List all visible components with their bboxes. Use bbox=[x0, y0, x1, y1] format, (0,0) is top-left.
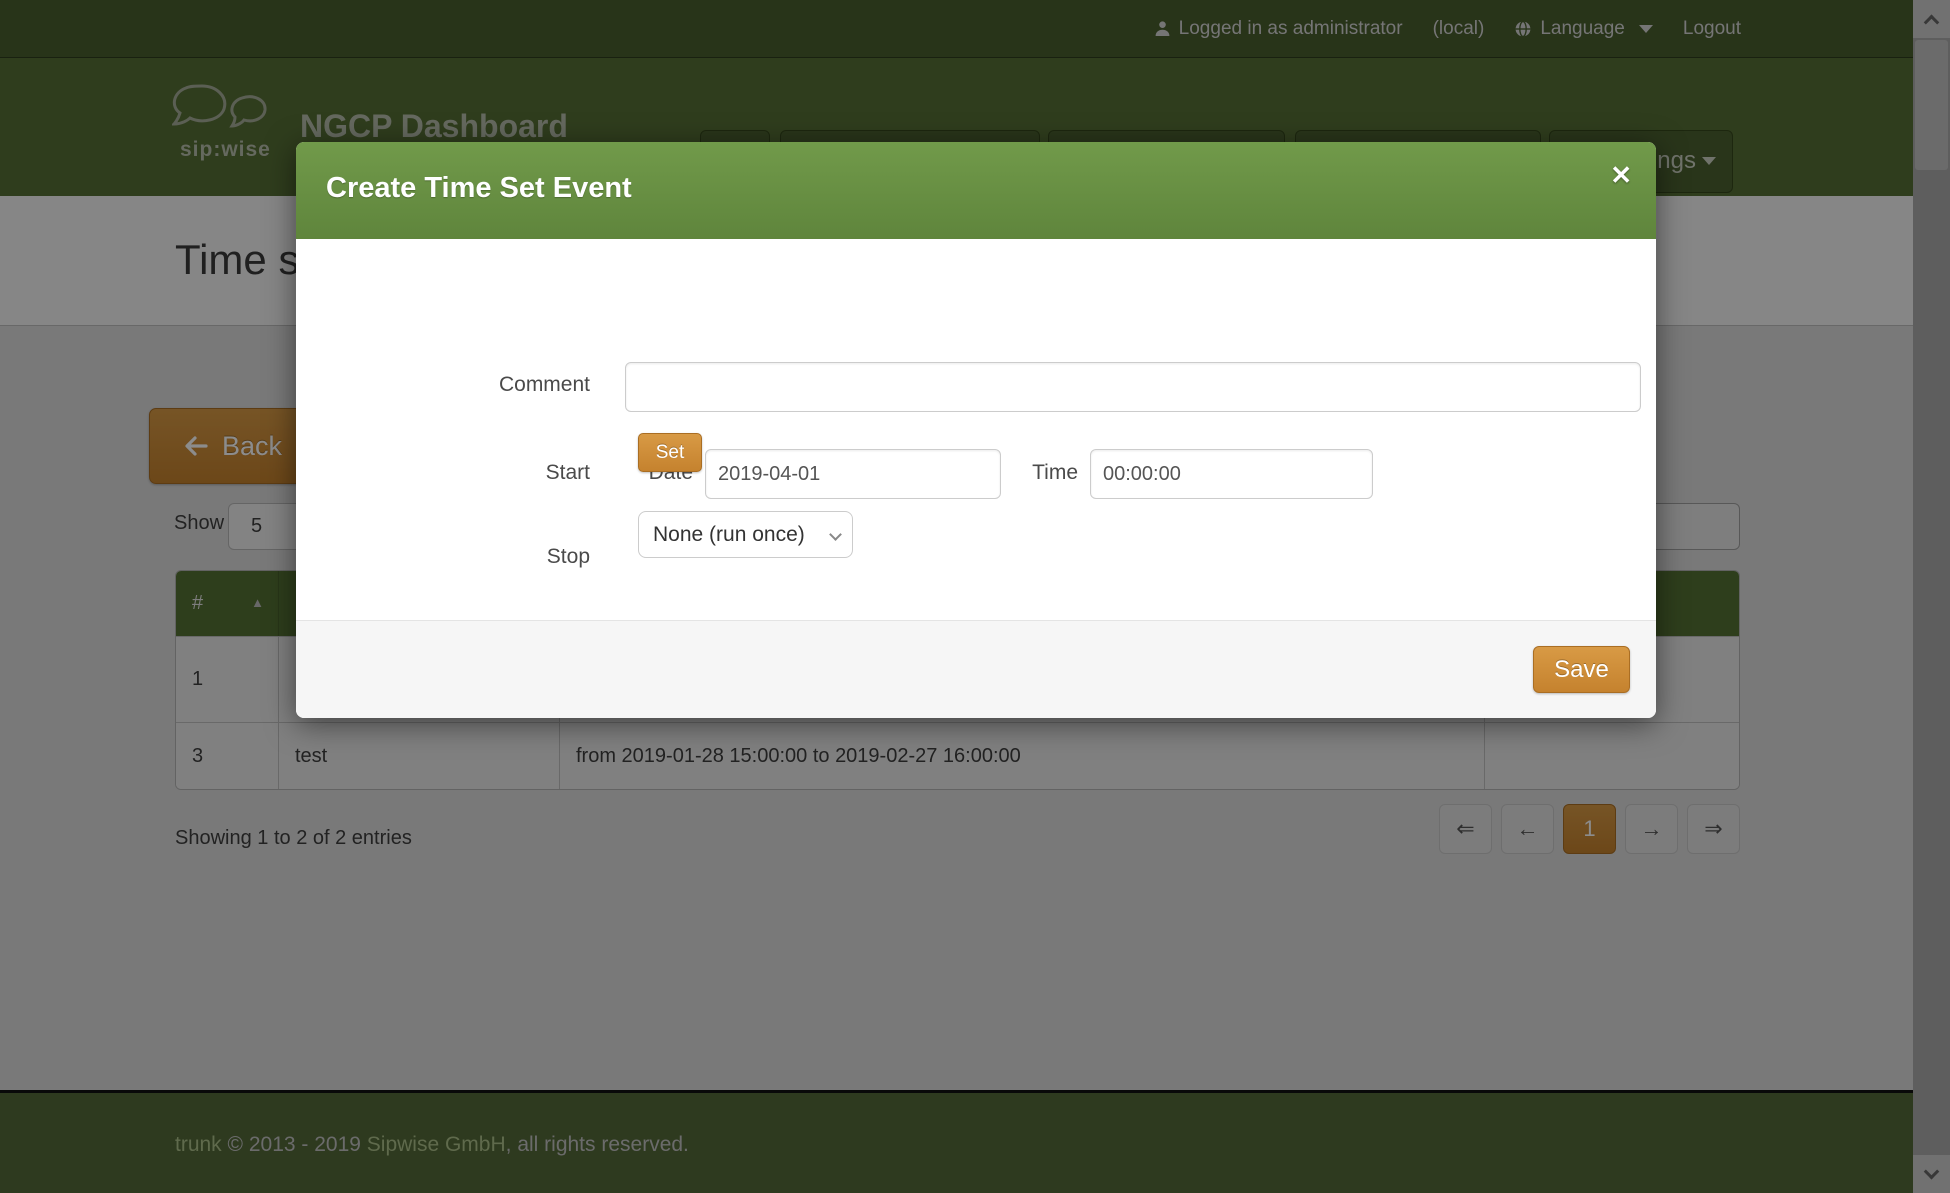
scroll-up-button[interactable] bbox=[1913, 0, 1950, 38]
start-time-label: Time bbox=[1008, 461, 1078, 485]
modal-footer: Save bbox=[296, 620, 1656, 718]
chevron-up-icon bbox=[1924, 14, 1940, 30]
comment-label: Comment bbox=[296, 373, 590, 397]
create-time-set-event-modal: Create Time Set Event ✕ Comment Start Da… bbox=[296, 142, 1656, 718]
stop-label: Stop bbox=[296, 545, 590, 569]
close-icon[interactable]: ✕ bbox=[1610, 160, 1632, 191]
chevron-down-icon bbox=[1924, 1163, 1940, 1179]
repeat-select[interactable]: None (run once) bbox=[638, 511, 853, 558]
set-stop-button[interactable]: Set bbox=[638, 433, 702, 472]
scrollbar-thumb[interactable] bbox=[1915, 40, 1948, 170]
save-button[interactable]: Save bbox=[1533, 646, 1630, 693]
start-label: Start bbox=[296, 461, 590, 485]
modal-header: Create Time Set Event ✕ bbox=[296, 142, 1656, 239]
repeat-selected-value: None (run once) bbox=[653, 523, 805, 547]
chevron-down-icon bbox=[829, 528, 842, 541]
start-date-input[interactable] bbox=[705, 449, 1001, 499]
modal-body: Comment Start Date Time Stop Set Repeat … bbox=[296, 239, 1656, 620]
vertical-scrollbar[interactable] bbox=[1913, 0, 1950, 1193]
scroll-down-button[interactable] bbox=[1913, 1155, 1950, 1193]
modal-title: Create Time Set Event bbox=[326, 172, 632, 205]
start-time-input[interactable] bbox=[1090, 449, 1373, 499]
comment-input[interactable] bbox=[625, 362, 1641, 412]
screen: Logged in as administrator (local) Langu… bbox=[0, 0, 1950, 1193]
